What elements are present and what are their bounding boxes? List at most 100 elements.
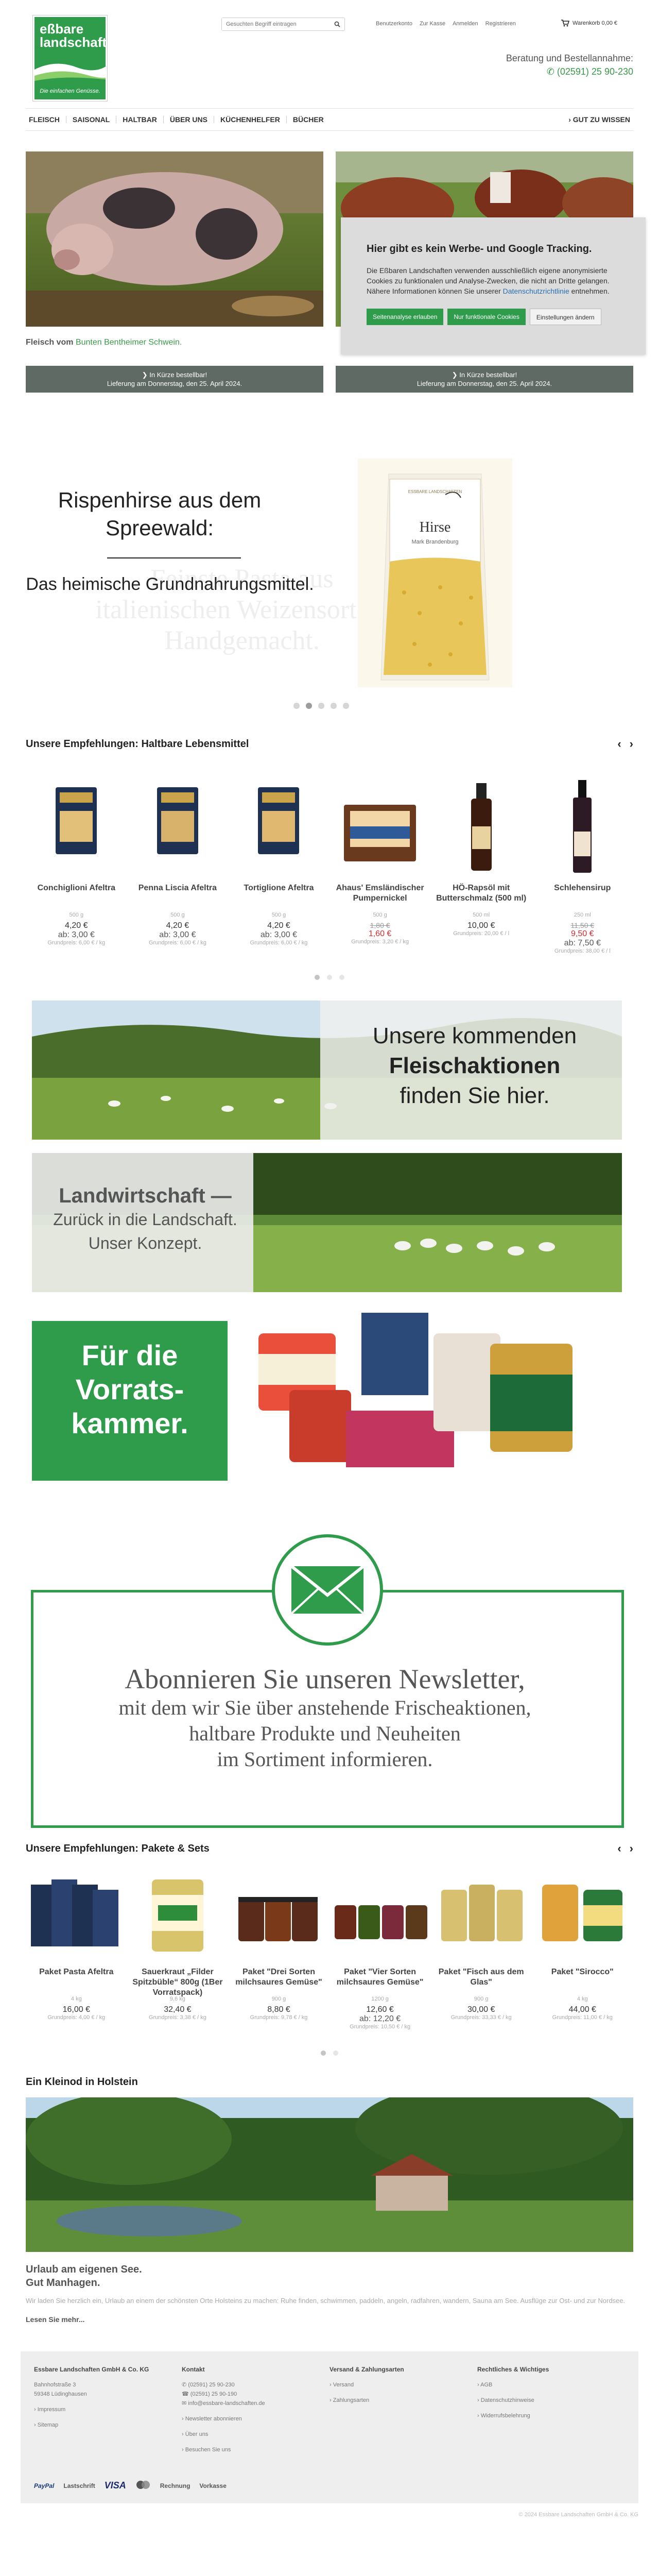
product-price: 4,20 € xyxy=(65,921,88,930)
section-title: Unsere Empfehlungen: Pakete & Sets xyxy=(26,1842,210,1854)
nav-item-kuechenhelfer[interactable]: KÜCHENHELFER xyxy=(214,116,287,123)
footer-link-besuchen[interactable]: Besuchen Sie uns xyxy=(182,2445,330,2454)
promo-slider[interactable]: Feinste Pasta aus italienischen Weizenso… xyxy=(26,440,633,728)
newsletter-banner[interactable]: Abonnieren Sie unseren Newsletter, mit d… xyxy=(31,1534,624,1828)
slider-dot-active[interactable] xyxy=(306,703,312,709)
product-unit: 900 g xyxy=(271,1996,286,2002)
nav-item-ueber-uns[interactable]: ÜBER UNS xyxy=(164,116,214,123)
banner-fleischaktionen[interactable]: Unsere kommenden Fleischaktionen finden … xyxy=(32,1001,622,1140)
footer-link-versand[interactable]: Versand xyxy=(330,2380,477,2389)
product-image xyxy=(228,1864,330,1967)
nav-item-saisonal[interactable]: SAISONAL xyxy=(66,116,117,123)
chevron-right-icon[interactable]: › xyxy=(630,1842,633,1855)
footer-link-sitemap[interactable]: Sitemap xyxy=(34,2420,182,2430)
product-base-price: Grundpreis: 6,00 € / kg xyxy=(148,940,206,946)
privacy-policy-link[interactable]: Datenschutzrichtlinie xyxy=(503,287,569,295)
product-card[interactable]: HÖ-Rapsöl mit Butterschmalz (500 ml) 500… xyxy=(430,759,532,954)
phone-number[interactable]: ✆ (02591) 25 90-230 xyxy=(506,65,633,78)
banner-landwirtschaft[interactable]: Landwirtschaft — Zurück in die Landschaf… xyxy=(32,1153,622,1292)
search-input[interactable] xyxy=(222,18,330,30)
nav-item-haltbar[interactable]: HALTBAR xyxy=(116,116,164,123)
order-button-right[interactable]: ❯ In Kürze bestellbar! Lieferung am Donn… xyxy=(336,366,633,393)
product-unit: 4 kg xyxy=(577,1996,588,2002)
carousel-dots xyxy=(26,975,633,980)
carousel-dot-active[interactable] xyxy=(321,2050,326,2056)
footer-phone[interactable]: ✆ (02591) 25 90-230 xyxy=(182,2380,330,2389)
read-more-link[interactable]: Lesen Sie mehr... xyxy=(26,2315,633,2324)
footer-link-zahlungsarten[interactable]: Zahlungsarten xyxy=(330,2396,477,2405)
product-card[interactable]: Sauerkraut „Filder Spitzbüble“ 800g (1Be… xyxy=(127,1864,229,2030)
product-card[interactable]: Conchiglioni Afeltra 500 g 4,20 € ab: 3,… xyxy=(26,759,127,954)
product-card[interactable]: Ahaus' Emsländischer Pumpernickel 500 g … xyxy=(330,759,431,954)
product-card[interactable]: Paket "Drei Sorten milchsaures Gemüse" 9… xyxy=(228,1864,330,2030)
cookie-text: Die Eßbaren Landschaften verwenden aussc… xyxy=(367,266,610,295)
product-price: 4,20 € xyxy=(267,921,290,930)
product-unit: 500 g xyxy=(373,912,387,918)
product-card[interactable]: Paket "Vier Sorten milchsaures Gemüse" 1… xyxy=(330,1864,431,2030)
carousel-dot-active[interactable] xyxy=(315,975,320,980)
product-base-price: Grundpreis: 3,38 € / kg xyxy=(148,2014,206,2021)
carousel-dot[interactable] xyxy=(327,975,332,980)
product-list: Paket Pasta Afeltra 4 kg 16,00 € Grundpr… xyxy=(26,1864,633,2030)
slider-dot[interactable] xyxy=(293,703,300,709)
product-base-price: Grundpreis: 3,20 € / kg xyxy=(351,939,409,945)
footer-link-agb[interactable]: AGB xyxy=(477,2380,625,2389)
product-card[interactable]: Tortiglione Afeltra 500 g 4,20 € ab: 3,0… xyxy=(228,759,330,954)
product-card[interactable]: Paket "Fisch aus dem Glas" 900 g 30,00 €… xyxy=(430,1864,532,2030)
manhagen-photo[interactable] xyxy=(26,2082,633,2252)
footer-link-ueber-uns[interactable]: Über uns xyxy=(182,2430,330,2439)
chevron-left-icon[interactable]: ‹ xyxy=(617,1842,621,1855)
carousel-dot[interactable] xyxy=(333,2050,338,2056)
chevron-right-icon[interactable]: › xyxy=(630,737,633,751)
pig-photo xyxy=(26,151,323,327)
slider-dot[interactable] xyxy=(318,703,324,709)
product-base-price: Grundpreis: 33,33 € / kg xyxy=(450,2014,512,2021)
banner-vorratskammer[interactable]: Für die Vorrats-kammer. xyxy=(32,1313,622,1483)
footer-link-impressum[interactable]: Impressum xyxy=(34,2405,182,2414)
functional-cookies-button[interactable]: Nur funktionale Cookies xyxy=(447,309,526,325)
lastschrift-logo: Lastschrift xyxy=(63,2482,95,2489)
register-link[interactable]: Registrieren xyxy=(485,21,516,27)
order-button-left[interactable]: ❯ In Kürze bestellbar! Lieferung am Donn… xyxy=(26,366,323,393)
footer: Essbare Landschaften GmbH & Co. KG Bahnh… xyxy=(21,2351,638,2503)
allow-analysis-button[interactable]: Seitenanalyse erlauben xyxy=(367,309,444,325)
hero-caption-link[interactable]: Bunten Bentheimer Schwein. xyxy=(76,338,182,347)
brand-logo-text: eßbarelandschaften xyxy=(40,21,107,50)
product-image xyxy=(430,759,532,883)
slider-dot[interactable] xyxy=(343,703,349,709)
product-card[interactable]: Schlehensirup 250 ml 11,50 € 9,50 € ab: … xyxy=(532,759,633,954)
product-card[interactable]: Paket "Sirocco" 4 kg 44,00 € Grundpreis:… xyxy=(532,1864,633,2030)
account-link[interactable]: Benutzerkonto xyxy=(376,21,412,27)
cart-button[interactable]: Warenkorb 0,00 € xyxy=(561,20,617,27)
nav-item-gut-zu-wissen[interactable]: › GUT ZU WISSEN xyxy=(568,115,633,124)
hero-tile-pig[interactable] xyxy=(26,151,323,327)
change-settings-button[interactable]: Einstellungen ändern xyxy=(529,309,601,325)
product-price: 44,00 € xyxy=(568,2005,596,2014)
product-name: Conchiglioni Afeltra xyxy=(37,884,115,892)
footer-email[interactable]: ✉ info@essbare-landschaften.de xyxy=(182,2399,330,2408)
footer-link-datenschutz[interactable]: Datenschutzhinweise xyxy=(477,2396,625,2405)
nav-item-buecher[interactable]: BÜCHER xyxy=(287,116,330,123)
brand-logo[interactable]: eßbarelandschaften Die einfachen Genüsse… xyxy=(33,15,107,101)
bag-brand: ESSBARE LANDSCHAFTEN xyxy=(408,489,462,494)
product-card[interactable]: Penna Liscia Afeltra 500 g 4,20 € ab: 3,… xyxy=(127,759,229,954)
holstein-description: Wir laden Sie herzlich ein, Urlaub an ei… xyxy=(26,2297,626,2304)
chevron-left-icon[interactable]: ‹ xyxy=(617,737,621,751)
checkout-link[interactable]: Zur Kasse xyxy=(420,21,445,27)
search-icon[interactable] xyxy=(330,18,344,30)
footer-link-widerruf[interactable]: Widerrufsbelehrung xyxy=(477,2411,625,2420)
product-name: Paket "Sirocco" xyxy=(551,1968,614,1976)
nav-item-fleisch[interactable]: FLEISCH xyxy=(26,116,66,123)
newsletter-badge xyxy=(272,1534,383,1646)
header: eßbarelandschaften Die einfachen Genüsse… xyxy=(26,0,633,108)
slider-dot[interactable] xyxy=(331,703,337,709)
order-button-delivery: Lieferung am Donnerstag, den 25. April 2… xyxy=(417,380,552,387)
product-name: Paket "Drei Sorten milchsaures Gemüse" xyxy=(235,1968,322,1987)
holstein-section: Ein Kleinod in Holstein Urlaub am eigene… xyxy=(26,2076,633,2324)
login-link[interactable]: Anmelden xyxy=(453,21,478,27)
product-image xyxy=(532,1864,633,1967)
product-card[interactable]: Paket Pasta Afeltra 4 kg 16,00 € Grundpr… xyxy=(26,1864,127,2030)
footer-link-newsletter[interactable]: Newsletter abonnieren xyxy=(182,2414,330,2424)
carousel-dot[interactable] xyxy=(339,975,344,980)
paypal-logo: PayPal xyxy=(34,2482,55,2489)
